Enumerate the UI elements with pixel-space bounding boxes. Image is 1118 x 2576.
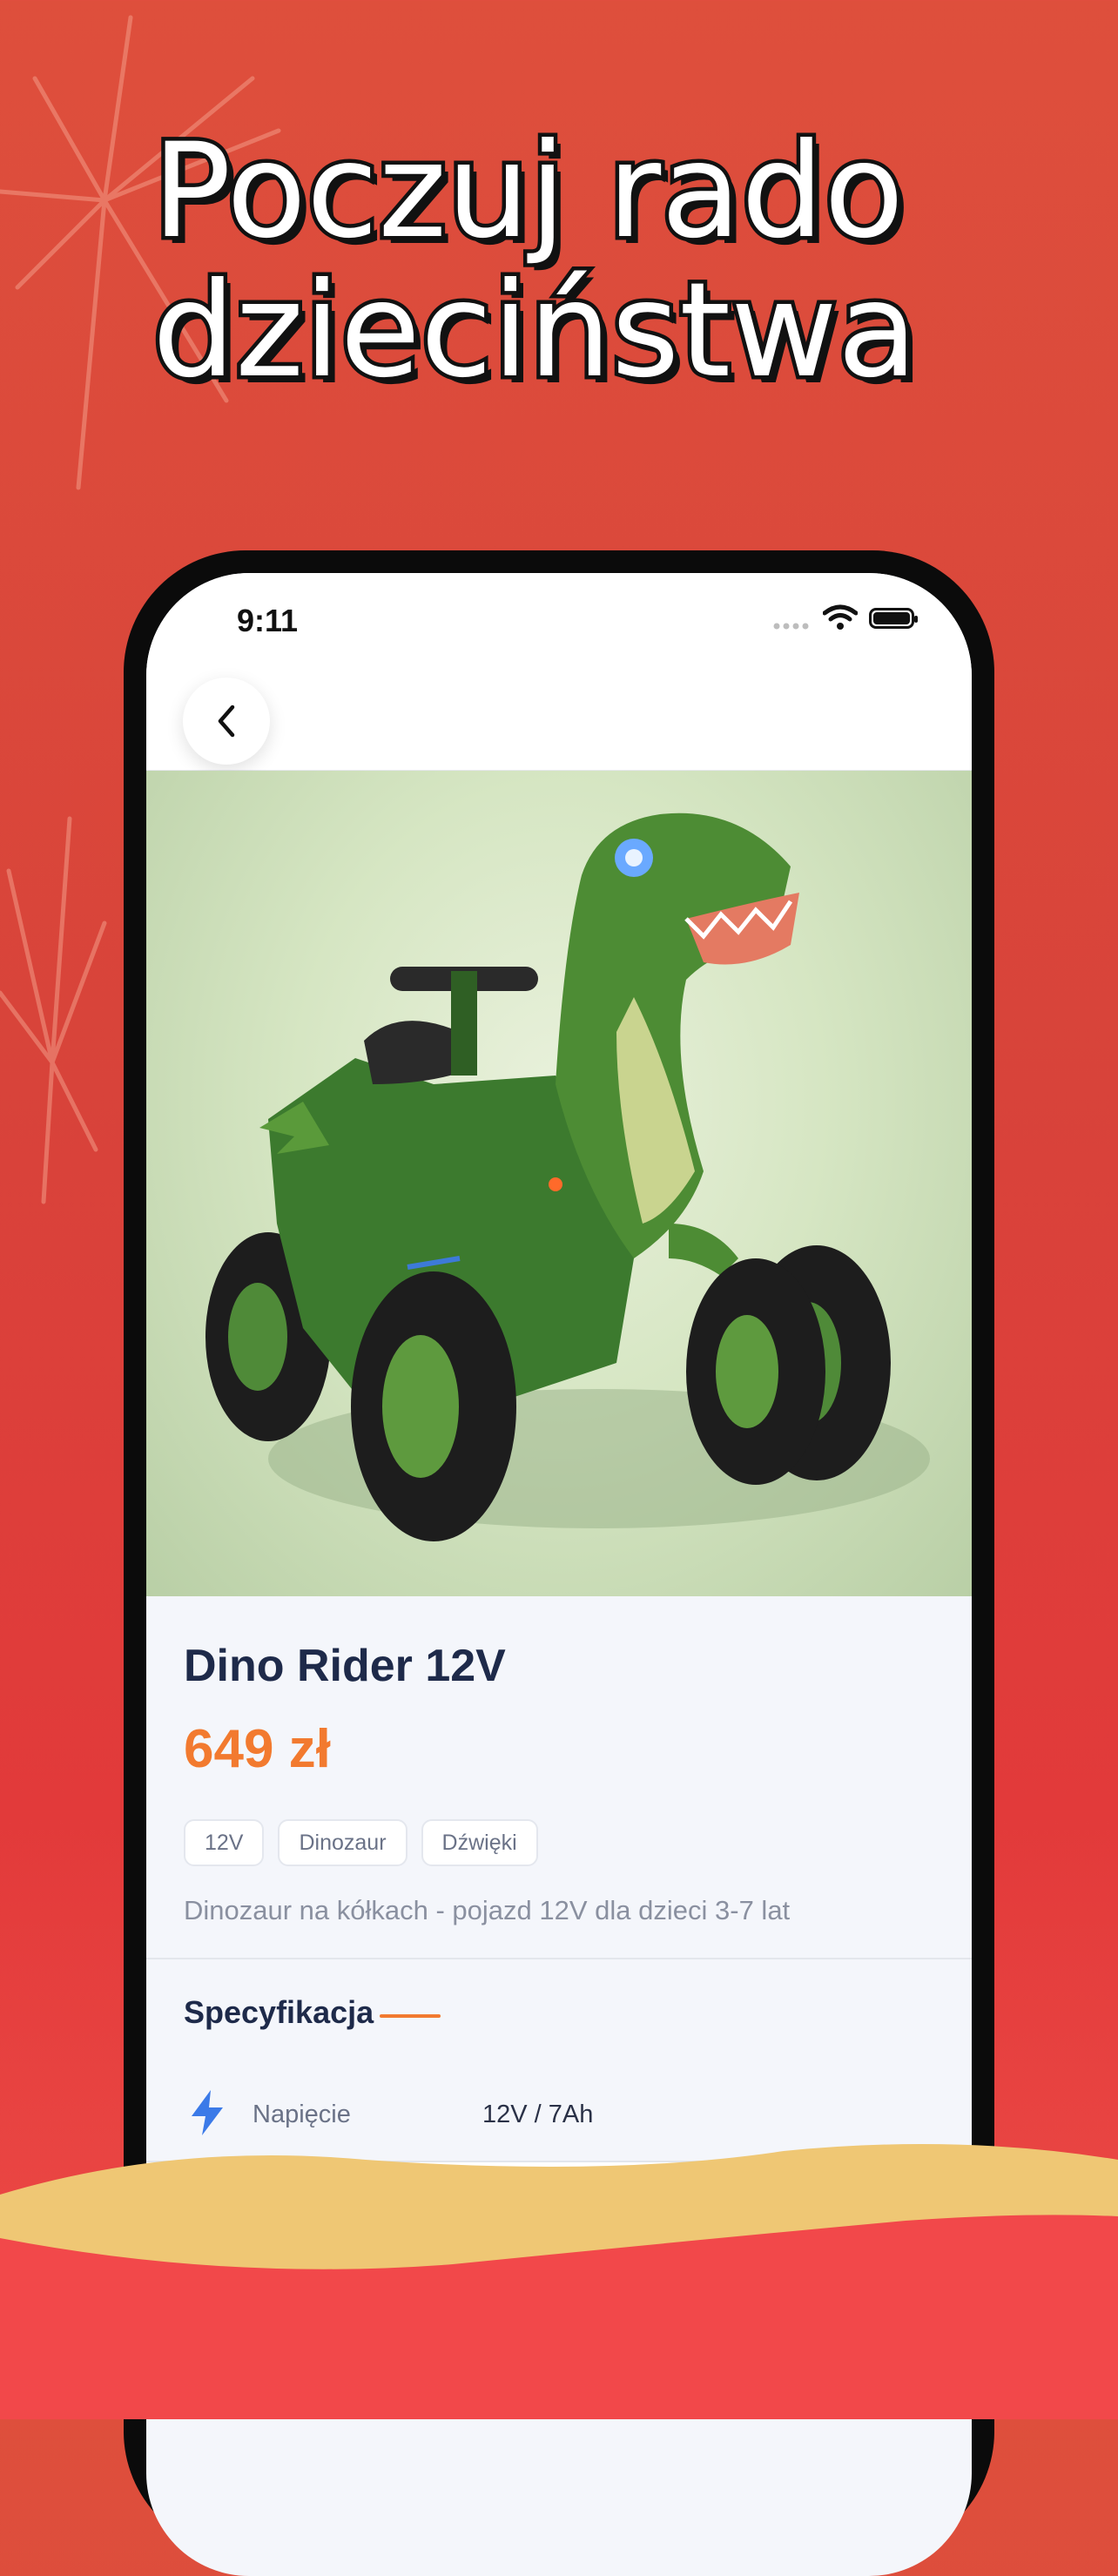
navigation-bar: [146, 660, 972, 771]
spec-label: Napięcie: [253, 2101, 351, 2128]
cellular-signal-icon: [773, 623, 809, 630]
specification-title: Specyfikacja: [184, 1994, 374, 2030]
product-description: Dinozaur na kółkach - pojazd 12V dla dzi…: [184, 1895, 791, 1925]
specification-accent-line: [380, 2014, 441, 2018]
spec-value: 12V / 7Ah: [482, 2101, 594, 2128]
bottom-wave-decoration: [0, 2144, 1118, 2419]
dinosaur-ride-on-illustration: [205, 813, 930, 1541]
tag-chip: Dinozaur: [278, 1819, 407, 1866]
product-price: 649 zł: [184, 1719, 331, 1779]
chevron-left-icon: [218, 705, 235, 738]
product-info: Dino Rider 12V 649 zł 12V Dinozaur Dźwię…: [146, 1596, 972, 1958]
status-bar: 9:11: [146, 573, 972, 660]
status-time: 9:11: [237, 603, 299, 638]
product-tags: 12V Dinozaur Dźwięki: [184, 1819, 538, 1866]
wifi-icon: [823, 604, 858, 630]
bolt-icon: [192, 2090, 223, 2135]
tag-chip: Dźwięki: [421, 1819, 538, 1866]
back-button[interactable]: [183, 678, 270, 765]
product-title: Dino Rider 12V: [184, 1641, 506, 1691]
tag-chip: 12V: [184, 1819, 265, 1866]
battery-icon: [869, 608, 918, 629]
product-image: [146, 771, 972, 1596]
headline-line-1: Poczuj rado: [149, 116, 908, 267]
promo-headline: Poczuj rado dzieciństwa: [149, 116, 1023, 407]
headline-line-2: dzieciństwa: [149, 255, 922, 407]
